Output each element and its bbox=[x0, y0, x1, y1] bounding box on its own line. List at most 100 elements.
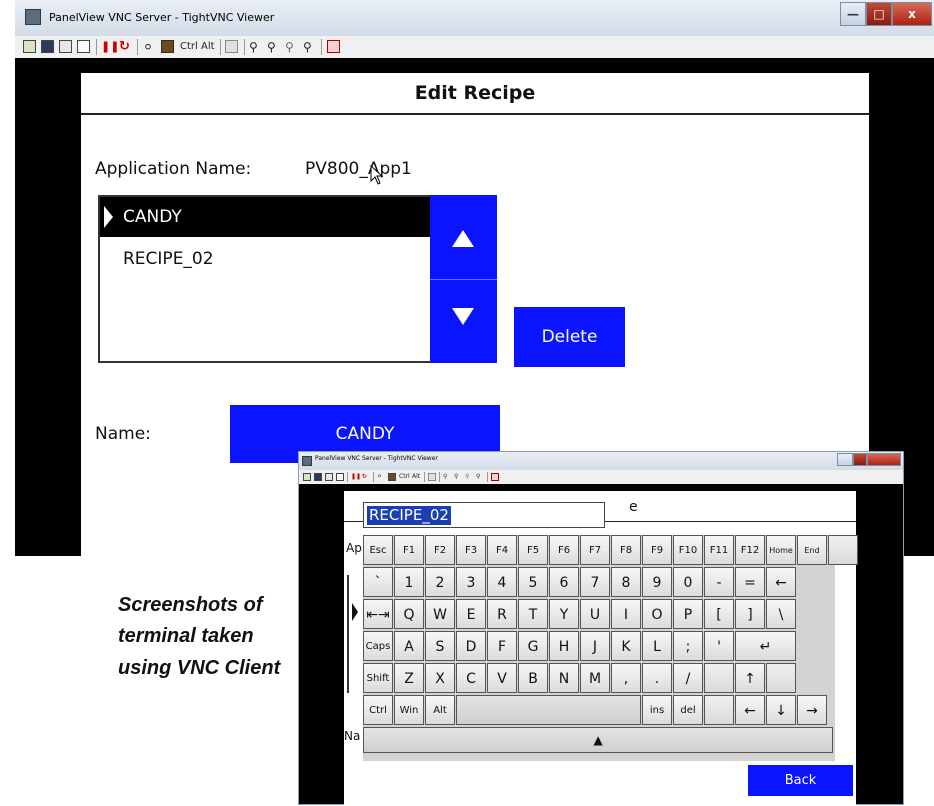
key-q[interactable]: Q bbox=[394, 599, 424, 629]
zoom-in-icon[interactable]: ⚲ bbox=[249, 40, 258, 54]
pause-icon[interactable]: ❚❚ bbox=[101, 40, 119, 54]
key-v[interactable]: V bbox=[487, 663, 517, 693]
key-i[interactable]: I bbox=[611, 599, 641, 629]
key-e[interactable]: E bbox=[456, 599, 486, 629]
send-key-icon[interactable] bbox=[388, 473, 396, 481]
save-icon[interactable] bbox=[314, 473, 322, 481]
key-0[interactable]: 0 bbox=[673, 567, 703, 597]
key-equals[interactable]: = bbox=[735, 567, 765, 597]
key-down-arrow[interactable]: ↓ bbox=[766, 695, 796, 725]
back-button[interactable]: Back bbox=[748, 765, 853, 796]
info-icon[interactable] bbox=[336, 473, 344, 481]
key-right-arrow[interactable]: → bbox=[797, 695, 827, 725]
key-blank[interactable] bbox=[704, 695, 734, 725]
key-t[interactable]: T bbox=[518, 599, 548, 629]
key-w[interactable]: W bbox=[425, 599, 455, 629]
key-space[interactable] bbox=[456, 695, 641, 725]
close-button[interactable] bbox=[867, 453, 901, 466]
key-up-arrow[interactable]: ↑ bbox=[735, 663, 765, 693]
key-blank[interactable] bbox=[828, 535, 858, 565]
key-1[interactable]: 1 bbox=[394, 567, 424, 597]
minimize-button[interactable]: — bbox=[840, 2, 866, 26]
key-2[interactable]: 2 bbox=[425, 567, 455, 597]
info-icon[interactable] bbox=[77, 40, 90, 53]
key-period[interactable]: . bbox=[642, 663, 672, 693]
ctrl-alt-del-icon[interactable]: ⚪ bbox=[143, 40, 153, 54]
scroll-down-button[interactable] bbox=[430, 280, 497, 363]
refresh-icon[interactable]: ↻ bbox=[119, 40, 130, 54]
fullscreen-icon[interactable] bbox=[491, 473, 499, 481]
key-f1[interactable]: F1 bbox=[394, 535, 424, 565]
key-ctrl[interactable]: Ctrl bbox=[363, 695, 393, 725]
key-alt[interactable]: Alt bbox=[425, 695, 455, 725]
key-caps[interactable]: Caps bbox=[363, 631, 393, 661]
minimize-button[interactable] bbox=[837, 453, 853, 466]
key-b[interactable]: B bbox=[518, 663, 548, 693]
key-7[interactable]: 7 bbox=[580, 567, 610, 597]
close-button[interactable]: x bbox=[892, 2, 932, 26]
clipboard-icon[interactable] bbox=[428, 473, 436, 481]
key-f4[interactable]: F4 bbox=[487, 535, 517, 565]
key-s[interactable]: S bbox=[425, 631, 455, 661]
text-edit-field[interactable]: RECIPE_02 bbox=[363, 502, 605, 528]
options-icon[interactable] bbox=[325, 473, 333, 481]
key-slash[interactable]: / bbox=[673, 663, 703, 693]
refresh-icon[interactable]: ↻ bbox=[362, 473, 367, 481]
ctrl-key-button[interactable]: Ctrl bbox=[399, 473, 410, 481]
key-u[interactable]: U bbox=[580, 599, 610, 629]
alt-key-button[interactable]: Alt bbox=[412, 473, 420, 481]
key-f7[interactable]: F7 bbox=[580, 535, 610, 565]
key-f3[interactable]: F3 bbox=[456, 535, 486, 565]
key-z[interactable]: Z bbox=[394, 663, 424, 693]
key-f5[interactable]: F5 bbox=[518, 535, 548, 565]
key-win[interactable]: Win bbox=[394, 695, 424, 725]
key-f6[interactable]: F6 bbox=[549, 535, 579, 565]
ctrl-alt-del-icon[interactable]: ⚪ bbox=[377, 473, 382, 481]
delete-button[interactable]: Delete bbox=[514, 307, 625, 367]
key-g[interactable]: G bbox=[518, 631, 548, 661]
key-ins[interactable]: ins bbox=[642, 695, 672, 725]
key-left-arrow[interactable]: ← bbox=[735, 695, 765, 725]
key-f12[interactable]: F12 bbox=[735, 535, 765, 565]
list-item-candy[interactable]: CANDY bbox=[100, 197, 430, 237]
scroll-up-button[interactable] bbox=[430, 195, 497, 280]
clipboard-icon[interactable] bbox=[225, 40, 238, 53]
ctrl-key-button[interactable]: Ctrl bbox=[180, 40, 198, 54]
key-f8[interactable]: F8 bbox=[611, 535, 641, 565]
key-left-arrow[interactable]: ← bbox=[766, 567, 796, 597]
key-r[interactable]: R bbox=[487, 599, 517, 629]
zoom-out-icon[interactable]: ⚲ bbox=[454, 473, 458, 481]
new-connection-icon[interactable] bbox=[303, 473, 311, 481]
key-f9[interactable]: F9 bbox=[642, 535, 672, 565]
key-8[interactable]: 8 bbox=[611, 567, 641, 597]
send-key-icon[interactable] bbox=[161, 40, 174, 53]
zoom-out-icon[interactable]: ⚲ bbox=[267, 40, 276, 54]
key-f[interactable]: F bbox=[487, 631, 517, 661]
recipe-list[interactable]: CANDY RECIPE_02 bbox=[98, 195, 432, 363]
key-blank[interactable] bbox=[704, 663, 734, 693]
pause-icon[interactable]: ❚❚ bbox=[351, 473, 361, 481]
key-backslash[interactable]: \ bbox=[766, 599, 796, 629]
options-icon[interactable] bbox=[59, 40, 72, 53]
key-c[interactable]: C bbox=[456, 663, 486, 693]
key-l[interactable]: L bbox=[642, 631, 672, 661]
key-d[interactable]: D bbox=[456, 631, 486, 661]
key-f10[interactable]: F10 bbox=[673, 535, 703, 565]
key-4[interactable]: 4 bbox=[487, 567, 517, 597]
key-h[interactable]: H bbox=[549, 631, 579, 661]
key-6[interactable]: 6 bbox=[549, 567, 579, 597]
key-5[interactable]: 5 bbox=[518, 567, 548, 597]
key-esc[interactable]: Esc bbox=[363, 535, 393, 565]
key-enter[interactable]: ↵ bbox=[735, 631, 796, 661]
key-f2[interactable]: F2 bbox=[425, 535, 455, 565]
key-end[interactable]: End bbox=[797, 535, 827, 565]
zoom-in-icon[interactable]: ⚲ bbox=[443, 473, 447, 481]
key-k[interactable]: K bbox=[611, 631, 641, 661]
key-del[interactable]: del bbox=[673, 695, 703, 725]
fullscreen-icon[interactable] bbox=[327, 40, 340, 53]
key-left-bracket[interactable]: [ bbox=[704, 599, 734, 629]
key-semicolon[interactable]: ; bbox=[673, 631, 703, 661]
zoom-100-icon[interactable]: ⚲ bbox=[285, 40, 294, 54]
alt-key-button[interactable]: Alt bbox=[201, 40, 215, 54]
save-icon[interactable] bbox=[41, 40, 54, 53]
